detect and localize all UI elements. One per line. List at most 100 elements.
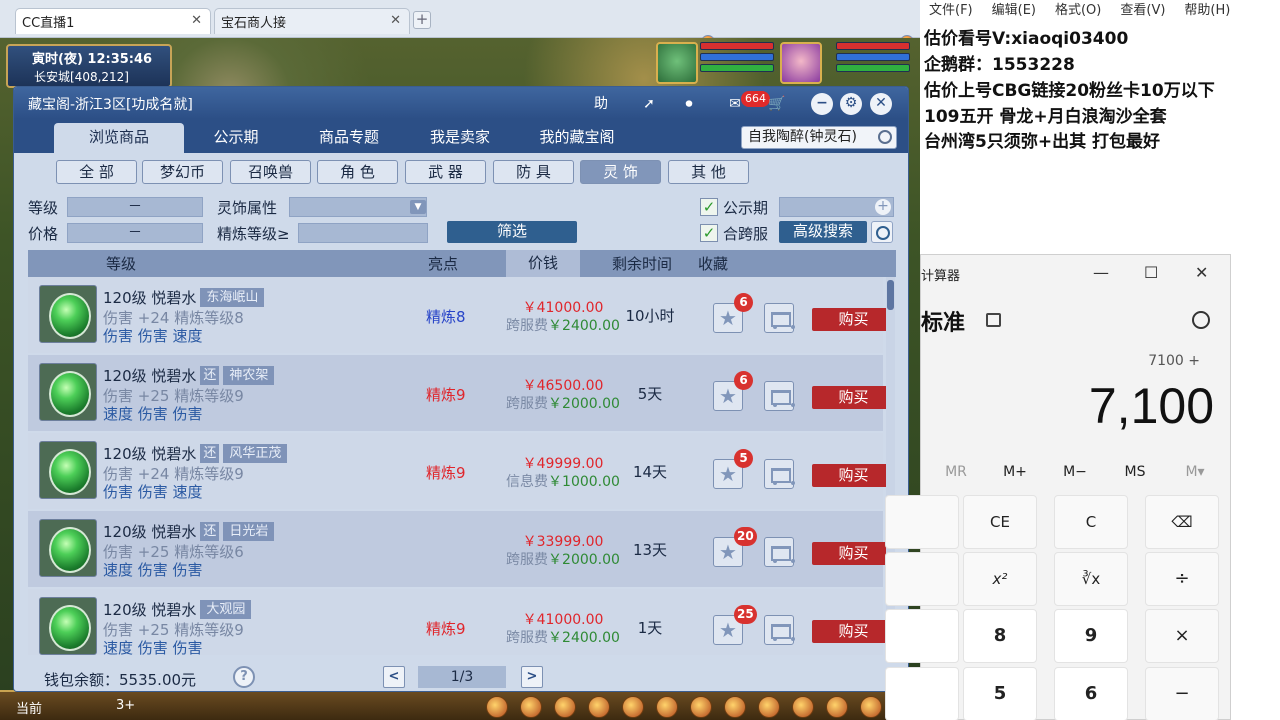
browser-tab-gem-merchant[interactable]: 宝石商人接 ✕ bbox=[214, 8, 914, 49]
pet-portrait[interactable] bbox=[656, 42, 698, 84]
jade-item-icon[interactable] bbox=[39, 441, 97, 499]
digit-6-key[interactable]: 6 bbox=[1054, 667, 1128, 720]
skill-icon[interactable] bbox=[758, 696, 780, 718]
digit-4-key[interactable] bbox=[885, 667, 959, 720]
tab-public[interactable]: 公示期 bbox=[184, 123, 288, 153]
next-page-button[interactable]: > bbox=[521, 666, 543, 688]
notepad-line[interactable]: 企鹅群：1553228 bbox=[924, 50, 1075, 75]
close-icon[interactable]: ✕ bbox=[1195, 263, 1208, 282]
digit-7-key[interactable] bbox=[885, 609, 959, 663]
help-icon[interactable]: ? bbox=[233, 666, 255, 688]
prev-page-button[interactable]: < bbox=[383, 666, 405, 688]
clear-key[interactable]: C bbox=[1054, 495, 1128, 549]
table-row[interactable]: 120级 悦碧水还日光岩 伤害 +25 精炼等级6 速度 伤害 伤害 ￥3399… bbox=[28, 511, 895, 587]
help-button[interactable]: 助 bbox=[590, 93, 612, 115]
refine-filter-input[interactable] bbox=[298, 223, 428, 243]
tab-browse[interactable]: 浏览商品 bbox=[54, 123, 184, 153]
settings-icon[interactable]: ⚙ bbox=[840, 93, 862, 115]
col-remain[interactable]: 剩余时间 bbox=[612, 253, 672, 274]
minus-key[interactable]: − bbox=[1145, 667, 1219, 720]
buy-button[interactable]: 购买 bbox=[812, 542, 895, 565]
category-currency[interactable]: 梦幻币 bbox=[142, 160, 223, 184]
add-icon[interactable]: + bbox=[875, 199, 891, 215]
memory-list-button[interactable]: M▾ bbox=[1175, 464, 1215, 480]
public-checkbox[interactable]: ✓ bbox=[700, 198, 718, 216]
menu-view[interactable]: 查看(V) bbox=[1120, 0, 1165, 22]
memory-store-button[interactable]: MS bbox=[1115, 464, 1155, 480]
category-other[interactable]: 其 他 bbox=[668, 160, 749, 184]
team-icon[interactable] bbox=[622, 696, 644, 718]
close-icon[interactable]: ✕ bbox=[870, 93, 892, 115]
col-favorite[interactable]: 收藏 bbox=[698, 253, 728, 274]
category-summon[interactable]: 召唤兽 bbox=[230, 160, 311, 184]
category-armor[interactable]: 防 具 bbox=[493, 160, 574, 184]
memory-recall-button[interactable]: MR bbox=[936, 464, 976, 480]
tab-my-pavilion[interactable]: 我的藏宝阁 bbox=[514, 123, 640, 153]
col-highlight[interactable]: 亮点 bbox=[428, 253, 458, 274]
trade-icon[interactable] bbox=[588, 696, 610, 718]
give-icon[interactable] bbox=[554, 696, 576, 718]
category-character[interactable]: 角 色 bbox=[317, 160, 398, 184]
table-row[interactable]: 120级 悦碧水 大观园 伤害 +25 精炼等级9 速度 伤害 伤害 精炼9 ￥4… bbox=[28, 589, 895, 655]
new-tab-button[interactable]: + bbox=[413, 11, 431, 29]
history-icon[interactable] bbox=[1192, 311, 1210, 329]
page-indicator[interactable]: 1/3 bbox=[418, 666, 506, 688]
digit-9-key[interactable]: 9 bbox=[1054, 609, 1128, 663]
tab-topics[interactable]: 商品专题 bbox=[294, 123, 404, 153]
menu-format[interactable]: 格式(O) bbox=[1055, 0, 1101, 22]
memory-add-button[interactable]: M+ bbox=[995, 464, 1035, 480]
menu-edit[interactable]: 编辑(E) bbox=[992, 0, 1036, 22]
friend-icon[interactable] bbox=[792, 696, 814, 718]
guild-icon[interactable] bbox=[724, 696, 746, 718]
col-level[interactable]: 等级 bbox=[106, 253, 136, 274]
square-key[interactable]: x² bbox=[963, 552, 1037, 606]
level-filter-input[interactable]: － bbox=[67, 197, 203, 217]
buy-button[interactable]: 购买 bbox=[812, 386, 895, 409]
notepad-line[interactable]: 109五开 骨龙+月白浪淘沙全套 bbox=[924, 102, 1167, 127]
table-row[interactable]: 120级 悦碧水还神农架 伤害 +25 精炼等级9 速度 伤害 伤害 精炼9 ￥… bbox=[28, 355, 895, 431]
keep-on-top-icon[interactable] bbox=[986, 313, 1001, 327]
record-icon[interactable]: ⏺ bbox=[678, 93, 700, 115]
search-input[interactable]: 自我陶醉(钟灵石) bbox=[741, 126, 897, 149]
category-all[interactable]: 全 部 bbox=[56, 160, 137, 184]
category-weapon[interactable]: 武 器 bbox=[405, 160, 486, 184]
reciprocal-key[interactable] bbox=[885, 552, 959, 606]
clear-entry-key[interactable]: CE bbox=[963, 495, 1037, 549]
cart-icon[interactable] bbox=[764, 615, 795, 645]
notepad-line[interactable]: 估价上号CBG链接20粉丝卡10万以下 bbox=[924, 76, 1215, 101]
menu-file[interactable]: 文件(F) bbox=[929, 0, 973, 22]
channel-label[interactable]: 当前 bbox=[16, 698, 42, 717]
digit-5-key[interactable]: 5 bbox=[963, 667, 1037, 720]
attr-filter-select[interactable] bbox=[289, 197, 427, 217]
jade-item-icon[interactable] bbox=[39, 363, 97, 421]
jade-item-icon[interactable] bbox=[39, 519, 97, 577]
divide-key[interactable]: ÷ bbox=[1145, 552, 1219, 606]
filter-button[interactable]: 筛选 bbox=[447, 221, 577, 243]
close-tab-icon[interactable]: ✕ bbox=[390, 13, 401, 28]
cart-icon[interactable] bbox=[764, 303, 795, 333]
cart-icon[interactable]: 🛒 bbox=[766, 93, 788, 115]
quest-icon[interactable] bbox=[690, 696, 712, 718]
chevron-down-icon[interactable]: ▼ bbox=[410, 200, 426, 214]
advanced-search-button[interactable]: 高级搜索 bbox=[779, 221, 867, 243]
price-filter-input[interactable]: － bbox=[67, 223, 203, 243]
system-icon[interactable] bbox=[860, 696, 882, 718]
col-price[interactable]: 价钱 bbox=[506, 250, 581, 277]
memory-subtract-button[interactable]: M− bbox=[1055, 464, 1095, 480]
buy-button[interactable]: 购买 bbox=[812, 308, 895, 331]
jade-item-icon[interactable] bbox=[39, 285, 97, 343]
minimize-icon[interactable]: − bbox=[811, 93, 833, 115]
notepad-line[interactable]: 估价看号V:xiaoqi03400 bbox=[924, 24, 1128, 49]
minimize-icon[interactable]: — bbox=[1093, 263, 1109, 282]
percent-key[interactable] bbox=[885, 495, 959, 549]
item-icon[interactable] bbox=[520, 696, 542, 718]
search-icon[interactable] bbox=[878, 130, 892, 144]
clock-icon[interactable] bbox=[871, 221, 893, 243]
cart-icon[interactable] bbox=[764, 381, 795, 411]
digit-8-key[interactable]: 8 bbox=[963, 609, 1037, 663]
buy-button[interactable]: 购买 bbox=[812, 464, 895, 487]
buy-button[interactable]: 购买 bbox=[812, 620, 895, 643]
attack-icon[interactable] bbox=[486, 696, 508, 718]
tab-seller[interactable]: 我是卖家 bbox=[408, 123, 512, 153]
cross-server-checkbox[interactable]: ✓ bbox=[700, 224, 718, 242]
